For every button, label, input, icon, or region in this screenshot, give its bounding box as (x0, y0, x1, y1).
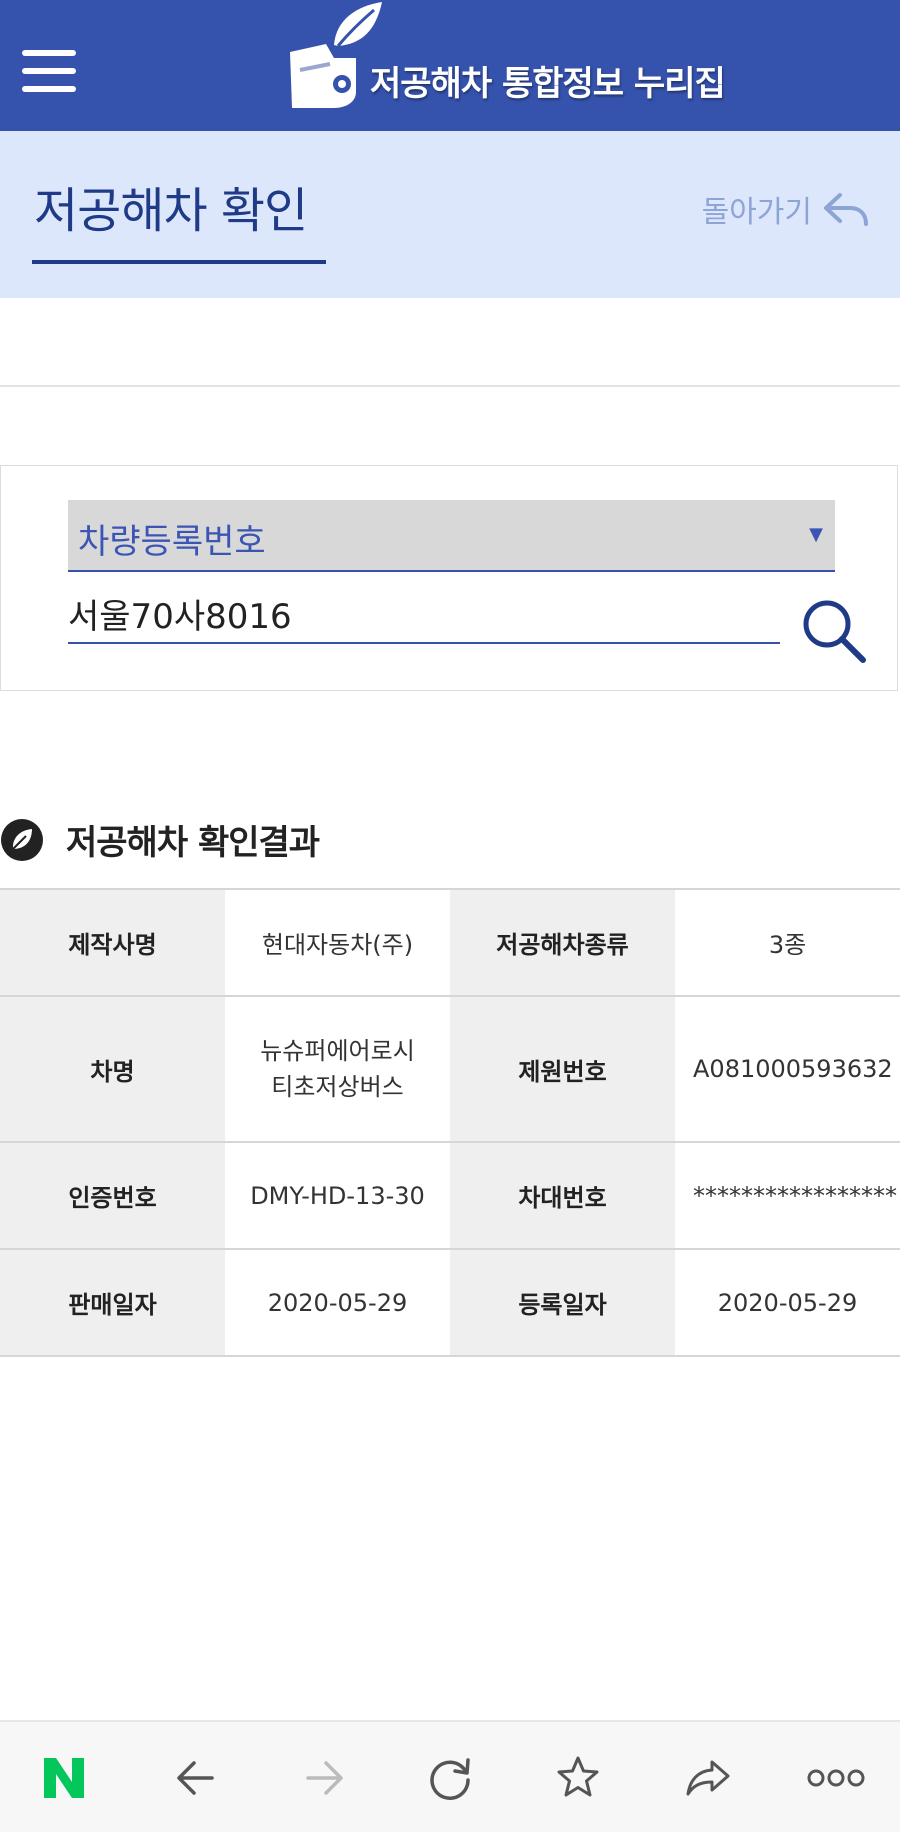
more-icon[interactable] (806, 1750, 866, 1806)
plate-number-input[interactable] (68, 584, 780, 644)
table-row: 판매일자 2020-05-29 등록일자 2020-05-29 (0, 1248, 900, 1357)
hamburger-menu-icon[interactable] (22, 50, 78, 92)
model-name-value: 뉴슈퍼에어로시티초저상버스 (225, 995, 450, 1143)
forward-arrow-icon[interactable] (296, 1750, 352, 1806)
page-header: 저공해차 확인 돌아가기 (0, 131, 900, 298)
site-title: 저공해차 통합정보 누리집 (370, 64, 726, 104)
dropdown-triangle-icon: ▼ (809, 524, 823, 545)
spec-number-label: 제원번호 (450, 995, 675, 1143)
reload-icon[interactable] (422, 1750, 478, 1806)
result-heading: 저공해차 확인결과 (0, 815, 320, 864)
model-name-label: 차명 (0, 995, 225, 1143)
registration-date-label: 등록일자 (450, 1248, 675, 1357)
registration-date-value: 2020-05-29 (675, 1248, 900, 1357)
lowemission-type-value: 3종 (675, 888, 900, 997)
result-table: 제작사명 현대자동차(주) 저공해차종류 3종 차명 뉴슈퍼에어로시티초저상버스… (0, 888, 900, 1357)
back-label: 돌아가기 (701, 195, 812, 230)
search-panel: 차량등록번호 ▼ (0, 465, 898, 691)
page-title: 저공해차 확인 (34, 183, 308, 239)
table-row: 인증번호 DMY-HD-13-30 차대번호 ***************** (0, 1141, 900, 1250)
certification-number-value: DMY-HD-13-30 (225, 1141, 450, 1250)
manufacturer-value: 현대자동차(주) (225, 888, 450, 997)
spec-number-value: A081000593632 (675, 995, 900, 1143)
browser-toolbar (0, 1720, 900, 1832)
search-type-select[interactable]: 차량등록번호 ▼ (68, 500, 835, 572)
table-row: 제작사명 현대자동차(주) 저공해차종류 3종 (0, 888, 900, 997)
back-arrow-icon[interactable] (168, 1750, 224, 1806)
leaf-icon (1, 818, 43, 861)
naver-icon[interactable] (36, 1750, 92, 1806)
search-icon[interactable] (799, 596, 869, 666)
manufacturer-label: 제작사명 (0, 888, 225, 997)
back-link[interactable]: 돌아가기 (702, 187, 868, 231)
share-icon[interactable] (680, 1750, 736, 1806)
search-type-value: 차량등록번호 (78, 522, 266, 562)
certification-number-label: 인증번호 (0, 1141, 225, 1250)
sale-date-value: 2020-05-29 (225, 1248, 450, 1357)
site-logo[interactable]: 저공해차 통합정보 누리집 (286, 0, 746, 131)
reply-arrow-icon (824, 193, 868, 226)
lowemission-type-label: 저공해차종류 (450, 888, 675, 997)
sale-date-label: 판매일자 (0, 1248, 225, 1357)
chassis-number-label: 차대번호 (450, 1141, 675, 1250)
table-row: 차명 뉴슈퍼에어로시티초저상버스 제원번호 A081000593632 (0, 995, 900, 1143)
result-title: 저공해차 확인결과 (66, 823, 320, 863)
top-header: 저공해차 통합정보 누리집 (0, 0, 900, 131)
star-icon[interactable] (550, 1750, 606, 1806)
chassis-number-value: ***************** (675, 1141, 900, 1250)
divider (0, 385, 900, 387)
title-underline (32, 260, 326, 264)
